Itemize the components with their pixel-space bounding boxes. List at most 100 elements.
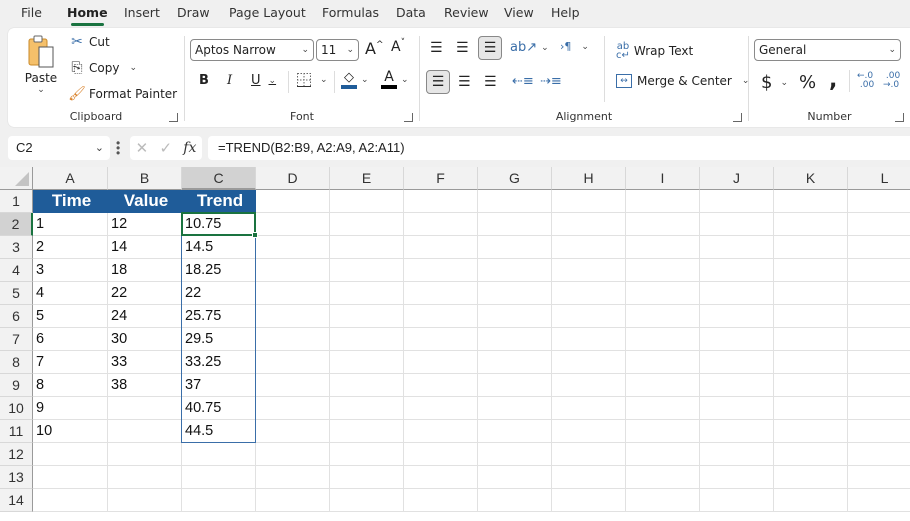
- cell-k13[interactable]: [774, 466, 848, 489]
- cell-g12[interactable]: [478, 443, 552, 466]
- cell-i3[interactable]: [626, 236, 700, 259]
- row-header-9[interactable]: 9: [0, 374, 33, 397]
- cell-i4[interactable]: [626, 259, 700, 282]
- cell-i10[interactable]: [626, 397, 700, 420]
- cell-a10[interactable]: 9: [33, 397, 108, 420]
- cell-d4[interactable]: [256, 259, 330, 282]
- cell-b2[interactable]: 12: [108, 213, 182, 236]
- cell-h6[interactable]: [552, 305, 626, 328]
- borders-button[interactable]: ⌄: [296, 72, 328, 88]
- cut-button[interactable]: ✂ Cut: [68, 34, 110, 50]
- column-header-j[interactable]: J: [700, 167, 774, 190]
- cell-i7[interactable]: [626, 328, 700, 351]
- cell-f7[interactable]: [404, 328, 478, 351]
- cell-b8[interactable]: 33: [108, 351, 182, 374]
- cell-f11[interactable]: [404, 420, 478, 443]
- cell-l7[interactable]: [848, 328, 910, 351]
- alignment-launcher-icon[interactable]: [733, 113, 742, 122]
- cell-l8[interactable]: [848, 351, 910, 374]
- cell-j13[interactable]: [700, 466, 774, 489]
- font-launcher-icon[interactable]: [404, 113, 413, 122]
- cell-g4[interactable]: [478, 259, 552, 282]
- tab-review[interactable]: Review: [444, 0, 489, 27]
- column-header-d[interactable]: D: [256, 167, 330, 190]
- cell-i8[interactable]: [626, 351, 700, 374]
- cell-d9[interactable]: [256, 374, 330, 397]
- cell-k4[interactable]: [774, 259, 848, 282]
- cell-k9[interactable]: [774, 374, 848, 397]
- font-size-select[interactable]: 11 ⌄: [316, 39, 359, 61]
- row-header-8[interactable]: 8: [0, 351, 33, 374]
- cell-a9[interactable]: 8: [33, 374, 108, 397]
- cell-d13[interactable]: [256, 466, 330, 489]
- cell-g13[interactable]: [478, 466, 552, 489]
- cell-j11[interactable]: [700, 420, 774, 443]
- cell-h8[interactable]: [552, 351, 626, 374]
- top-align-button[interactable]: ☰: [430, 40, 443, 56]
- tab-draw[interactable]: Draw: [177, 0, 210, 27]
- cell-b7[interactable]: 30: [108, 328, 182, 351]
- cell-e2[interactable]: [330, 213, 404, 236]
- cell-g10[interactable]: [478, 397, 552, 420]
- column-header-b[interactable]: B: [108, 167, 182, 190]
- cell-b11[interactable]: [108, 420, 182, 443]
- decrease-indent-button[interactable]: ⇠≡: [512, 74, 534, 89]
- chevron-down-icon[interactable]: ⌄: [541, 43, 549, 53]
- cell-i9[interactable]: [626, 374, 700, 397]
- cell-f4[interactable]: [404, 259, 478, 282]
- cell-g14[interactable]: [478, 489, 552, 512]
- chevron-down-icon[interactable]: ⌄: [401, 75, 409, 85]
- cell-a11[interactable]: 10: [33, 420, 108, 443]
- chevron-down-icon[interactable]: ⌄: [780, 78, 788, 88]
- cell-b4[interactable]: 18: [108, 259, 182, 282]
- cell-e6[interactable]: [330, 305, 404, 328]
- cell-e12[interactable]: [330, 443, 404, 466]
- cell-g9[interactable]: [478, 374, 552, 397]
- cell-h11[interactable]: [552, 420, 626, 443]
- tab-file[interactable]: File: [21, 0, 42, 27]
- cell-j7[interactable]: [700, 328, 774, 351]
- cell-j1[interactable]: [700, 190, 774, 213]
- cell-l12[interactable]: [848, 443, 910, 466]
- cell-b3[interactable]: 14: [108, 236, 182, 259]
- align-right-button[interactable]: ☰: [484, 74, 497, 90]
- cell-h1[interactable]: [552, 190, 626, 213]
- chevron-down-icon[interactable]: ⌄: [320, 75, 328, 85]
- cell-a14[interactable]: [33, 489, 108, 512]
- cell-h3[interactable]: [552, 236, 626, 259]
- cell-c5[interactable]: 22: [182, 282, 256, 305]
- cell-j5[interactable]: [700, 282, 774, 305]
- cell-c13[interactable]: [182, 466, 256, 489]
- number-launcher-icon[interactable]: [895, 113, 904, 122]
- cell-f9[interactable]: [404, 374, 478, 397]
- cell-i6[interactable]: [626, 305, 700, 328]
- underline-button[interactable]: U ⌄: [251, 73, 276, 88]
- row-header-12[interactable]: 12: [0, 443, 33, 466]
- row-header-11[interactable]: 11: [0, 420, 33, 443]
- percent-button[interactable]: %: [799, 72, 816, 93]
- cell-f6[interactable]: [404, 305, 478, 328]
- tab-help[interactable]: Help: [551, 0, 580, 27]
- cell-k3[interactable]: [774, 236, 848, 259]
- tab-view[interactable]: View: [504, 0, 534, 27]
- cell-j12[interactable]: [700, 443, 774, 466]
- enter-icon[interactable]: ✓: [159, 139, 172, 157]
- column-header-h[interactable]: H: [552, 167, 626, 190]
- cell-a7[interactable]: 6: [33, 328, 108, 351]
- cell-j2[interactable]: [700, 213, 774, 236]
- cell-g5[interactable]: [478, 282, 552, 305]
- comma-style-button[interactable]: ,: [829, 68, 837, 93]
- cell-e10[interactable]: [330, 397, 404, 420]
- cell-e4[interactable]: [330, 259, 404, 282]
- cell-a8[interactable]: 7: [33, 351, 108, 374]
- cell-l9[interactable]: [848, 374, 910, 397]
- cell-j10[interactable]: [700, 397, 774, 420]
- increase-decimal-button[interactable]: ←.0 .00: [857, 72, 874, 90]
- cell-i11[interactable]: [626, 420, 700, 443]
- cell-d10[interactable]: [256, 397, 330, 420]
- cell-a3[interactable]: 2: [33, 236, 108, 259]
- cell-d7[interactable]: [256, 328, 330, 351]
- cell-j8[interactable]: [700, 351, 774, 374]
- italic-button[interactable]: I: [227, 73, 232, 88]
- cell-g1[interactable]: [478, 190, 552, 213]
